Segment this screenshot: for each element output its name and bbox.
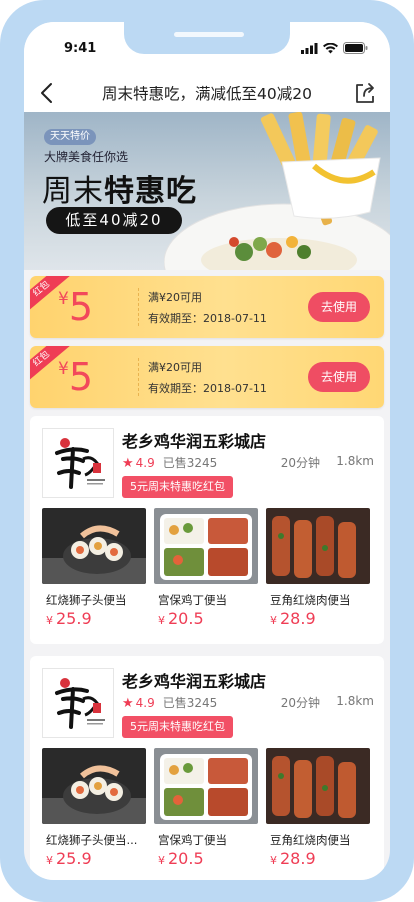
coupon-expiry: 有效期至：2018-07-11 [148, 312, 267, 325]
store-promo-badge: 5元周末特惠吃红包 [122, 476, 233, 498]
dish-image-grilled-skewers [266, 748, 370, 824]
dish-price-value: 25.9 [56, 849, 92, 868]
store-promo-badge: 5元周末特惠吃红包 [122, 716, 233, 738]
dish-currency: ¥ [158, 854, 165, 867]
status-icons [301, 42, 368, 54]
dish-item[interactable]: 宫保鸡丁便当 ¥20.5 [154, 508, 258, 636]
fries-and-plate-illustration [164, 112, 390, 270]
coupon-divider [138, 288, 139, 326]
dish-price: ¥28.9 [270, 609, 316, 628]
nav-bar: 周末特惠吃，满减低至40减20 [24, 74, 390, 112]
store-name: 老乡鸡华润五彩城店 [122, 432, 267, 451]
coupon-condition: 满¥20可用 [148, 291, 202, 304]
dish-price-value: 28.9 [280, 609, 316, 628]
store-logo [42, 428, 114, 498]
coupon-value: 5 [68, 285, 94, 329]
banner-discount-pill: 低至40减20 [46, 207, 182, 234]
back-arrow-icon[interactable] [36, 80, 60, 106]
store-rating: 4.9 [135, 456, 155, 470]
banner-title-prefix: 周末 [42, 174, 104, 209]
coupon-condition: 满¥20可用 [148, 361, 202, 374]
dish-price-value: 28.9 [280, 849, 316, 868]
store-sold: 已售3245 [162, 456, 218, 470]
use-coupon-button[interactable]: 去使用 [308, 292, 370, 322]
dish-item[interactable]: 宫保鸡丁便当 ¥20.5 [154, 748, 258, 876]
store-meta: ★ 4.9 已售3245 20分钟 1.8km [122, 454, 374, 471]
use-coupon-button[interactable]: 去使用 [308, 362, 370, 392]
store-rating: 4.9 [135, 696, 155, 710]
dish-price: ¥20.5 [158, 849, 204, 868]
dish-item[interactable]: 红烧狮子头便当 ¥25.9 [42, 508, 146, 636]
dish-currency: ¥ [270, 854, 277, 867]
coupon-amount: ¥5 [58, 285, 93, 329]
status-time: 9:41 [64, 41, 97, 56]
speaker-grille [174, 32, 244, 37]
store-distance: 1.8km [336, 694, 374, 708]
app-screen: 9:41 周末特惠吃，满减低至40减20 天天特价 大牌美食任你选 周末特惠吃 … [24, 22, 390, 880]
coupon-value: 5 [68, 355, 94, 399]
store-card[interactable]: 老乡鸡华润五彩城店 ★ 4.9 已售3245 20分钟 1.8km 5元周末特惠吃红… [30, 656, 384, 880]
dish-name: 红烧狮子头便当... [46, 833, 138, 847]
promo-banner[interactable]: 天天特价 大牌美食任你选 周末特惠吃 低至40减20 [24, 112, 390, 270]
dish-price: ¥25.9 [46, 849, 92, 868]
dish-price-value: 20.5 [168, 849, 204, 868]
store-logo-image [55, 678, 105, 729]
store-meta: ★ 4.9 已售3245 20分钟 1.8km [122, 694, 374, 711]
coupon-currency: ¥ [58, 359, 69, 379]
share-icon[interactable] [352, 80, 378, 106]
store-logo [42, 668, 114, 738]
dish-name: 豆角红烧肉便当 [270, 833, 351, 847]
store-logo-image [55, 438, 105, 489]
dish-item[interactable]: 红烧狮子头便当... ¥25.9 [42, 748, 146, 876]
battery-icon [343, 42, 368, 54]
coupon-expiry: 有效期至：2018-07-11 [148, 382, 267, 395]
dish-item[interactable]: 豆角红烧肉便当 ¥28.9 [266, 508, 370, 636]
signal-icon [301, 42, 318, 54]
store-card[interactable]: 老乡鸡华润五彩城店 ★ 4.9 已售3245 20分钟 1.8km 5元周末特惠吃红… [30, 416, 384, 644]
dish-price-value: 20.5 [168, 609, 204, 628]
dish-image-sushi-roll [42, 748, 146, 824]
dish-currency: ¥ [46, 854, 53, 867]
coupon-divider [138, 358, 139, 396]
star-icon: ★ [122, 696, 134, 711]
coupon-card: 红包 ¥5 满¥20可用 有效期至：2018-07-11 去使用 [30, 276, 384, 338]
dish-price: ¥28.9 [270, 849, 316, 868]
coupon-card: 红包 ¥5 满¥20可用 有效期至：2018-07-11 去使用 [30, 346, 384, 408]
banner-title: 周末特惠吃 [42, 166, 197, 210]
dish-image-bento-box [154, 748, 258, 824]
dish-price: ¥20.5 [158, 609, 204, 628]
coupon-currency: ¥ [58, 289, 69, 309]
store-sold: 已售3245 [162, 696, 218, 710]
coupon-amount: ¥5 [58, 355, 93, 399]
dish-currency: ¥ [158, 614, 165, 627]
store-name: 老乡鸡华润五彩城店 [122, 672, 267, 691]
dish-name: 宫保鸡丁便当 [158, 833, 227, 847]
banner-tag: 天天特价 [44, 129, 96, 145]
dish-price-value: 25.9 [56, 609, 92, 628]
wifi-icon [323, 42, 338, 53]
dish-image-sushi-roll [42, 508, 146, 584]
dish-item[interactable]: 豆角红烧肉便当 ¥28.9 [266, 748, 370, 876]
dish-currency: ¥ [270, 614, 277, 627]
star-icon: ★ [122, 456, 134, 471]
dish-name: 豆角红烧肉便当 [270, 593, 351, 607]
dish-price: ¥25.9 [46, 609, 92, 628]
dish-name: 宫保鸡丁便当 [158, 593, 227, 607]
banner-title-bold: 特惠吃 [104, 174, 197, 209]
dish-name: 红烧狮子头便当 [46, 593, 127, 607]
dish-currency: ¥ [46, 614, 53, 627]
banner-subtitle: 大牌美食任你选 [44, 150, 129, 164]
phone-frame: 9:41 周末特惠吃，满减低至40减20 天天特价 大牌美食任你选 周末特惠吃 … [0, 0, 414, 902]
store-distance: 1.8km [336, 454, 374, 468]
device-notch [124, 22, 290, 54]
delivery-time: 20分钟 [280, 696, 320, 710]
delivery-time: 20分钟 [280, 456, 320, 470]
page-title: 周末特惠吃，满减低至40减20 [102, 85, 312, 103]
dish-image-grilled-skewers [266, 508, 370, 584]
dish-image-bento-box [154, 508, 258, 584]
